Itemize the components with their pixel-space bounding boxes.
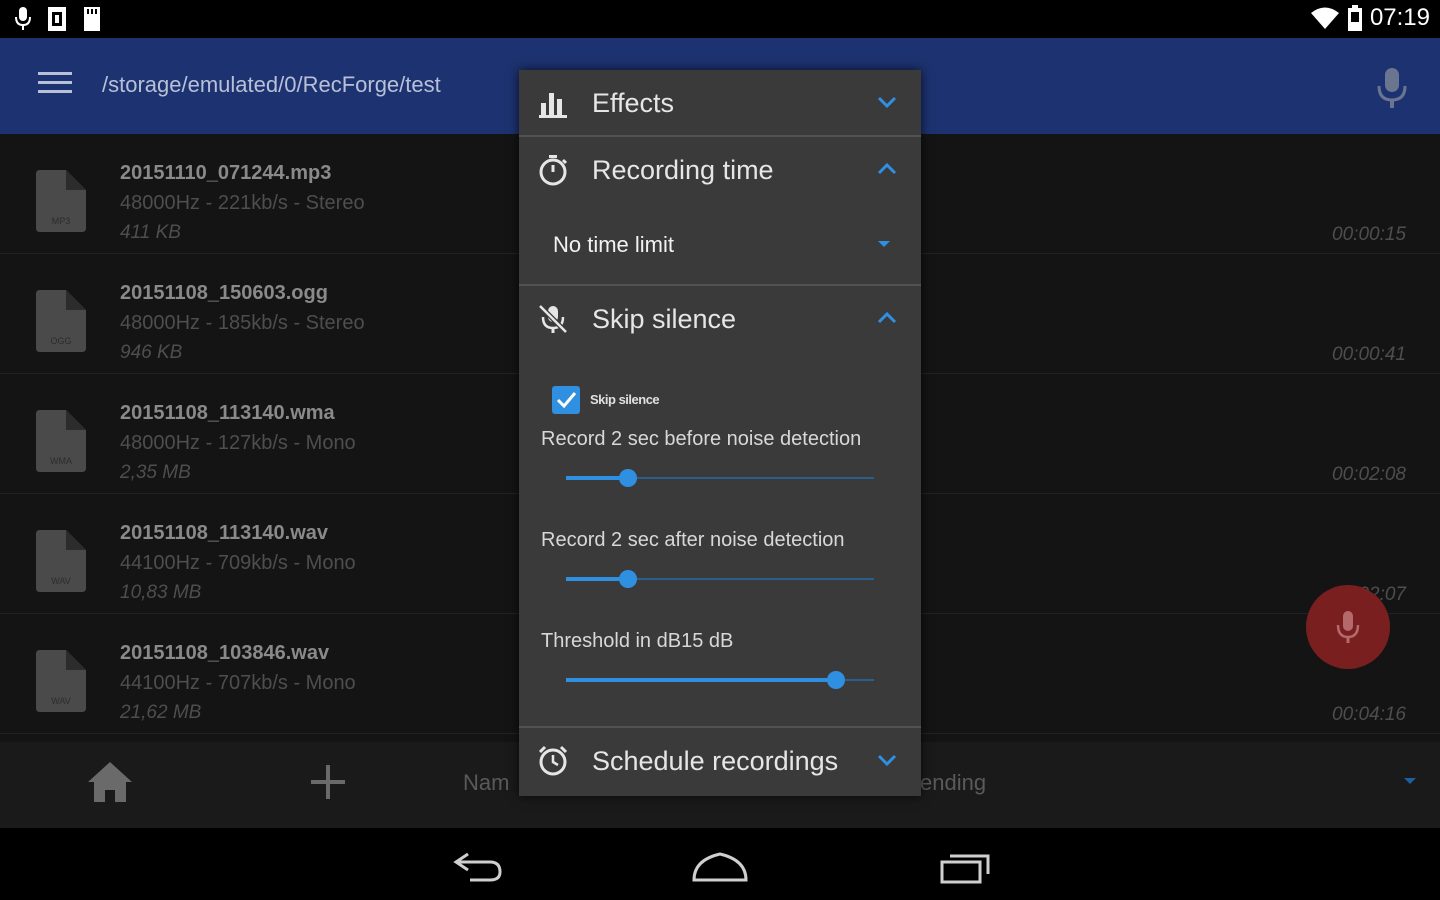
microphone-icon[interactable] <box>1374 66 1410 110</box>
section-title: Effects <box>592 88 675 118</box>
microphone-icon <box>15 7 31 30</box>
home-nav-icon[interactable] <box>690 850 750 884</box>
home-icon[interactable] <box>86 760 134 804</box>
file-duration: 00:00:15 <box>1332 224 1406 245</box>
stopwatch-icon <box>539 155 568 186</box>
file-size: 21,62 MB <box>120 702 202 723</box>
recent-apps-icon[interactable] <box>938 850 994 884</box>
file-name: 20151108_113140.wma <box>120 402 335 424</box>
skip-silence-checkbox[interactable] <box>552 386 580 414</box>
skip-silence-section-header[interactable]: Skip silence <box>519 286 921 352</box>
file-icon: WMA <box>36 410 86 472</box>
sim-icon <box>48 7 66 31</box>
chevron-down-icon[interactable] <box>877 96 897 108</box>
dropdown-arrow-icon[interactable] <box>1402 776 1418 786</box>
sort-field-select[interactable]: Nam <box>463 770 509 796</box>
time-limit-select[interactable]: No time limit <box>553 232 674 258</box>
file-name: 20151110_071244.mp3 <box>120 162 332 184</box>
record-button[interactable] <box>1306 585 1390 669</box>
file-icon: WAV <box>36 530 86 592</box>
battery-icon <box>1347 5 1362 31</box>
section-title: Schedule recordings <box>592 746 839 776</box>
file-meta: 44100Hz - 707kb/s - Mono <box>120 672 356 694</box>
threshold-slider-label: Threshold in dB15 dB <box>541 630 734 652</box>
status-bar: 07:19 <box>0 0 1440 38</box>
threshold-slider[interactable] <box>566 668 874 692</box>
system-nav-bar <box>0 828 1440 900</box>
file-duration: 00:04:16 <box>1332 704 1406 725</box>
dropdown-arrow-icon[interactable] <box>877 240 891 248</box>
menu-icon[interactable] <box>38 72 72 100</box>
add-icon[interactable] <box>310 764 346 800</box>
slider-thumb[interactable] <box>618 469 637 487</box>
file-size: 411 KB <box>120 222 181 243</box>
slider-thumb[interactable] <box>826 671 845 689</box>
svg-text:WAV: WAV <box>51 696 71 706</box>
file-meta: 48000Hz - 221kb/s - Stereo <box>120 192 365 214</box>
schedule-section-header[interactable]: Schedule recordings <box>519 728 921 794</box>
before-slider-label: Record 2 sec before noise detection <box>541 428 862 450</box>
file-size: 946 KB <box>120 342 183 363</box>
after-noise-slider[interactable] <box>566 567 874 591</box>
file-size: 10,83 MB <box>120 582 202 603</box>
alarm-clock-icon <box>538 745 568 776</box>
file-icon: OGG <box>36 290 86 352</box>
chevron-down-icon[interactable] <box>877 754 897 766</box>
chevron-up-icon[interactable] <box>877 312 897 324</box>
equalizer-icon <box>539 93 567 118</box>
effects-section-header[interactable]: Effects <box>519 70 921 136</box>
svg-text:WAV: WAV <box>51 576 71 586</box>
svg-text:WMA: WMA <box>50 456 72 466</box>
recording-time-section-header[interactable]: Recording time <box>519 137 921 203</box>
after-slider-label: Record 2 sec after noise detection <box>541 529 845 551</box>
before-noise-slider[interactable] <box>566 466 874 490</box>
section-title: Recording time <box>592 155 774 185</box>
app-screen: 07:19 /storage/emulated/0/RecForge/test … <box>0 0 1440 900</box>
slider-thumb[interactable] <box>618 570 637 588</box>
recording-settings-panel: Effects Recording time No time limit Ski… <box>519 70 921 796</box>
file-duration: 00:02:08 <box>1332 464 1406 485</box>
current-path: /storage/emulated/0/RecForge/test <box>102 72 441 97</box>
sort-direction-select[interactable]: ending <box>920 770 986 796</box>
chevron-up-icon[interactable] <box>877 163 897 175</box>
svg-text:MP3: MP3 <box>52 216 71 226</box>
checkbox-label: Skip silence <box>590 392 660 407</box>
file-name: 20151108_103846.wav <box>120 642 330 664</box>
file-name: 20151108_150603.ogg <box>120 282 328 304</box>
file-meta: 44100Hz - 709kb/s - Mono <box>120 552 356 574</box>
file-meta: 48000Hz - 127kb/s - Mono <box>120 432 356 454</box>
file-name: 20151108_113140.wav <box>120 522 328 544</box>
mic-off-icon <box>538 304 568 334</box>
file-duration: 00:00:41 <box>1332 344 1406 365</box>
back-icon[interactable] <box>450 850 506 884</box>
wifi-icon <box>1310 7 1339 29</box>
file-icon: WAV <box>36 650 86 712</box>
checkmark-icon <box>556 392 577 409</box>
microphone-icon <box>1336 611 1360 643</box>
file-meta: 48000Hz - 185kb/s - Stereo <box>120 312 365 334</box>
file-icon: MP3 <box>36 170 86 232</box>
clock: 07:19 <box>1369 4 1430 31</box>
file-size: 2,35 MB <box>120 462 191 483</box>
section-title: Skip silence <box>592 304 737 334</box>
sd-card-icon <box>84 7 100 31</box>
svg-text:OGG: OGG <box>50 336 71 346</box>
